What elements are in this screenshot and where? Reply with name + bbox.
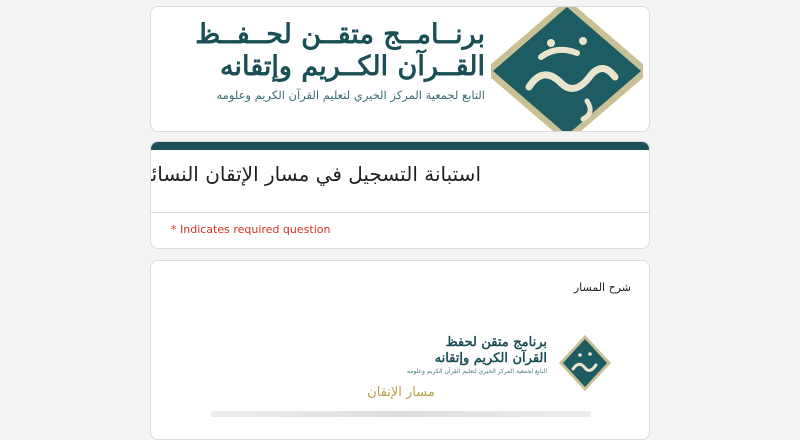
banner-line-1: برنــامــج متقــن لحــفــظ: [195, 19, 485, 50]
section-description-card: شرح المسار برنامج متقن لحفظ القرآن الكري…: [150, 260, 650, 440]
header-banner: برنــامــج متقــن لحــفــظ القــرآن الكـ…: [150, 6, 650, 132]
form-title-wrap: استبانة التسجيل في مسار الإتقان النسائي: [150, 162, 481, 186]
mini-banner-text: برنامج متقن لحفظ القرآن الكريم وإتقانه ا…: [367, 335, 547, 376]
section-label: شرح المسار: [573, 281, 631, 294]
banner-line-2: القــرآن الكــريم وإتقانه: [219, 51, 485, 82]
banner-text: برنــامــج متقــن لحــفــظ القــرآن الكـ…: [155, 19, 485, 103]
mini-banner: برنامج متقن لحفظ القرآن الكريم وإتقانه ا…: [407, 335, 611, 391]
mini-logo-icon: [559, 335, 611, 391]
title-divider: [151, 212, 649, 213]
track-name: مسار الإتقان: [367, 385, 435, 400]
mini-banner-line-3: التابع لجمعية المركز الخيري لتعليم القرآ…: [406, 368, 547, 375]
required-note: * Indicates required question: [171, 223, 331, 236]
mutqin-logo-icon: [491, 7, 643, 131]
banner-line-3: التابع لجمعية المركز الخيري لتعليم القرآ…: [216, 88, 486, 102]
form-title-card: استبانة التسجيل في مسار الإتقان النسائي …: [150, 141, 650, 249]
description-text-line: [211, 411, 591, 417]
form-title: استبانة التسجيل في مسار الإتقان النسائي: [150, 162, 481, 186]
mini-banner-line-2: القرآن الكريم وإتقانه: [434, 351, 547, 366]
title-accent-bar: [151, 142, 649, 150]
mini-banner-line-1: برنامج متقن لحفظ: [445, 335, 547, 350]
